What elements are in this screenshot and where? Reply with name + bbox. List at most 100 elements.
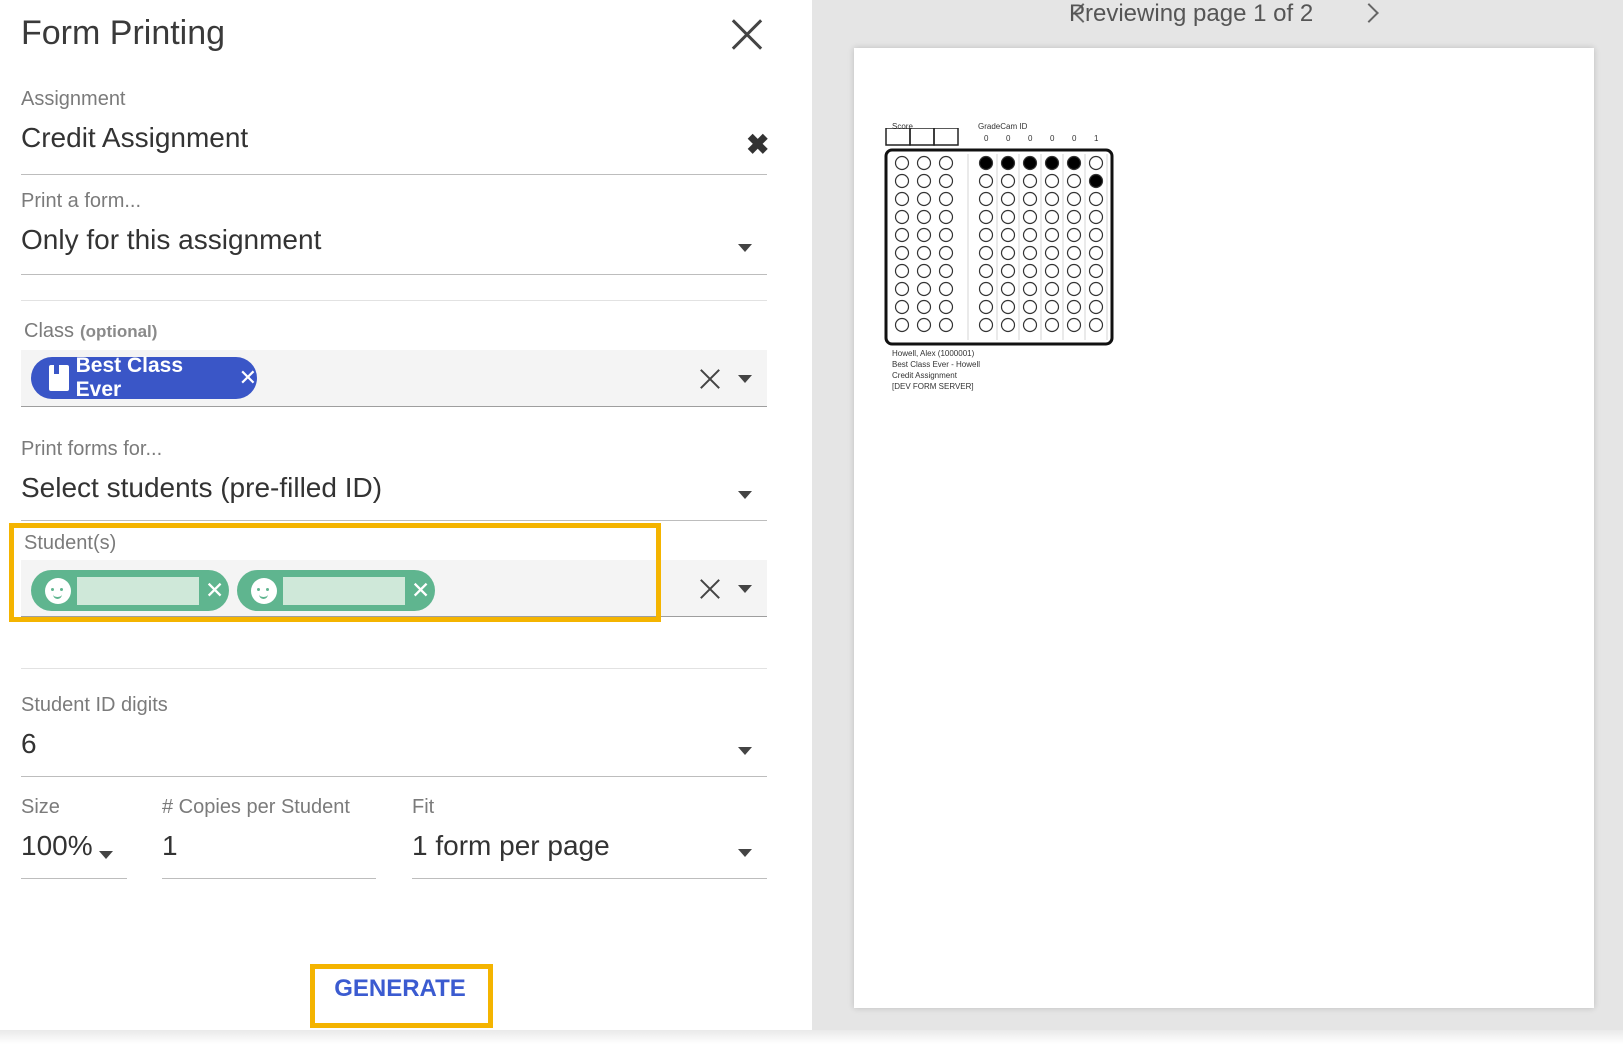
section-divider (21, 300, 767, 301)
score-bubble (916, 173, 932, 189)
score-bubble (938, 281, 954, 297)
filled-id-bubble (1022, 155, 1038, 171)
id-bubble (1044, 191, 1060, 207)
id-bubble (978, 299, 994, 315)
score-bubble (916, 317, 932, 333)
id-bubble (1044, 281, 1060, 297)
print-for-select[interactable]: Select students (pre-filled ID) (21, 472, 382, 504)
score-bubble (916, 299, 932, 315)
id-bubble (1022, 245, 1038, 261)
score-bubble (938, 299, 954, 315)
id-bubble (1088, 299, 1104, 315)
id-bubble (1022, 263, 1038, 279)
score-bubble (894, 263, 910, 279)
id-bubble (978, 263, 994, 279)
id-bubble (1066, 299, 1082, 315)
id-bubble (978, 245, 994, 261)
class-underline (21, 406, 767, 407)
score-bubble (894, 173, 910, 189)
chevron-down-icon[interactable] (738, 244, 752, 252)
size-label: Size (21, 796, 60, 818)
id-bubble (1066, 317, 1082, 333)
filled-id-bubble (1000, 155, 1016, 171)
chevron-down-icon[interactable] (738, 585, 752, 593)
id-bubble (1088, 317, 1104, 333)
id-digits-select[interactable]: 6 (21, 728, 37, 760)
frame-shadow (0, 1030, 1623, 1044)
generate-highlight (310, 964, 493, 1028)
id-bubble (1000, 227, 1016, 243)
clear-assignment-icon[interactable]: ✖ (746, 128, 769, 161)
score-bubble (938, 173, 954, 189)
score-bubble (894, 317, 910, 333)
id-digits-underline (21, 776, 767, 777)
id-bubble (1022, 299, 1038, 315)
score-bubble (916, 263, 932, 279)
chevron-down-icon[interactable] (738, 849, 752, 857)
id-bubble (1000, 173, 1016, 189)
score-bubble (938, 317, 954, 333)
fit-underline (412, 878, 767, 879)
id-bubble (1088, 227, 1104, 243)
score-bubble (894, 299, 910, 315)
id-bubble (978, 317, 994, 333)
form-printing-panel: Form Printing Assignment Credit Assignme… (0, 0, 812, 1044)
id-bubble (1000, 299, 1016, 315)
score-bubble (894, 191, 910, 207)
score-bubble (938, 227, 954, 243)
id-bubble (1066, 245, 1082, 261)
remove-class-icon[interactable]: ✕ (239, 365, 257, 391)
chevron-down-icon[interactable] (738, 375, 752, 383)
assignment-value[interactable]: Credit Assignment (21, 122, 248, 154)
score-bubble (894, 281, 910, 297)
fit-select[interactable]: 1 form per page (412, 830, 610, 862)
id-bubble (1044, 209, 1060, 225)
assignment-underline (21, 174, 767, 175)
id-bubble (978, 281, 994, 297)
chevron-down-icon[interactable] (738, 491, 752, 499)
score-bubble (938, 263, 954, 279)
copies-underline (162, 878, 376, 879)
id-bubble (1022, 191, 1038, 207)
id-bubble (978, 173, 994, 189)
id-bubble (978, 191, 994, 207)
id-bubble (1022, 173, 1038, 189)
score-bubble (916, 209, 932, 225)
score-box (933, 128, 959, 146)
size-select[interactable]: 100% (21, 830, 93, 862)
form-footer: Howell, Alex (1000001) Best Class Ever -… (892, 348, 980, 392)
score-bubble (938, 209, 954, 225)
score-bubble (916, 227, 932, 243)
id-bubble (978, 209, 994, 225)
footer-line: Howell, Alex (1000001) (892, 349, 975, 358)
id-bubble (1000, 263, 1016, 279)
clear-class-icon[interactable] (699, 368, 721, 390)
score-bubble (916, 191, 932, 207)
size-underline (21, 878, 127, 879)
score-bubble (938, 245, 954, 261)
section-divider (21, 668, 767, 669)
id-bubble (1000, 191, 1016, 207)
print-for-label: Print forms for... (21, 438, 163, 460)
score-bubble (938, 191, 954, 207)
filled-id-bubble (978, 155, 994, 171)
chevron-down-icon[interactable] (99, 851, 113, 859)
print-form-label: Print a form... (21, 190, 142, 212)
copies-input[interactable]: 1 (162, 830, 178, 862)
id-bubble (1066, 281, 1082, 297)
print-form-select[interactable]: Only for this assignment (21, 224, 321, 256)
clear-students-icon[interactable] (699, 578, 721, 600)
id-bubble (1044, 263, 1060, 279)
dialog-title: Form Printing (21, 14, 226, 52)
id-bubble (978, 227, 994, 243)
id-bubble (1066, 227, 1082, 243)
close-icon[interactable] (730, 18, 764, 52)
print-form-underline (21, 274, 767, 275)
chevron-down-icon[interactable] (738, 747, 752, 755)
score-box (909, 128, 935, 146)
score-bubble (894, 209, 910, 225)
preview-pager-text: Previewing page 1 of 2 (1069, 0, 1314, 27)
id-bubble (1088, 245, 1104, 261)
id-bubble (1066, 173, 1082, 189)
class-label: Class (optional) (24, 320, 158, 342)
